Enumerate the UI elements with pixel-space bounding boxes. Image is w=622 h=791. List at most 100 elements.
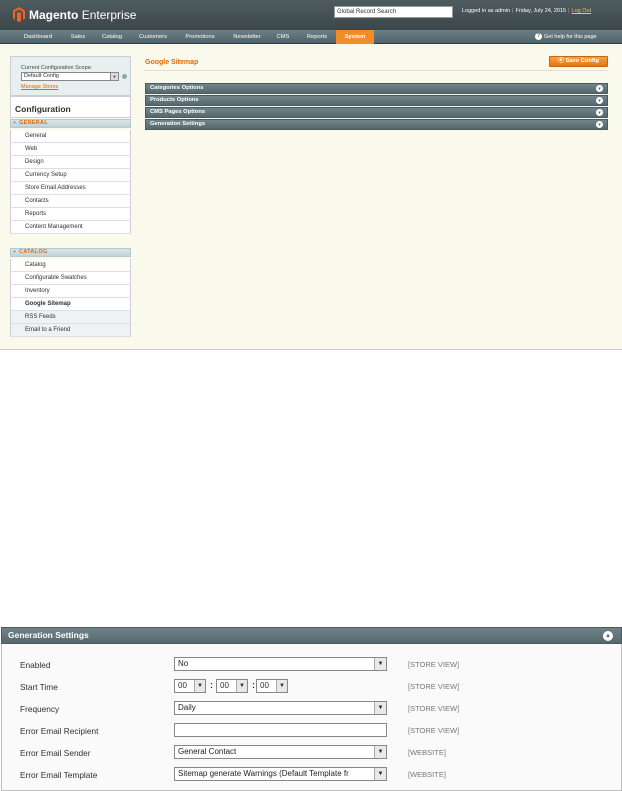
section-general[interactable]: + GENERAL xyxy=(10,119,131,128)
section-cms-pages-options[interactable]: CMS Pages Options ▾ xyxy=(145,107,608,118)
brand-main: Magento xyxy=(29,7,79,22)
magento-logo[interactable]: Magento Enterprise xyxy=(13,7,136,22)
chevron-down-icon: ▼ xyxy=(374,702,386,714)
circle-arrow-icon: ▾ xyxy=(596,85,603,92)
row-start-time: Start Time 00 ▼ : 00 ▼ : 00 ▼ [STORE VIEW] xyxy=(2,678,622,700)
nav-cms[interactable]: CMS xyxy=(271,30,295,44)
sender-label: Error Email Sender xyxy=(20,748,91,758)
template-scope: [WEBSITE] xyxy=(408,770,446,779)
main-nav: Dashboard Sales Catalog Customers Promot… xyxy=(0,30,622,44)
sidebar-item-web[interactable]: Web xyxy=(10,143,131,156)
sidebar-item-store-email-addresses[interactable]: Store Email Addresses xyxy=(10,182,131,195)
section-generation-settings[interactable]: Generation Settings ▾ xyxy=(145,119,608,130)
error-email-recipient-input[interactable] xyxy=(174,723,387,737)
sidebar-item-contacts[interactable]: Contacts xyxy=(10,195,131,208)
sidebar-item-design[interactable]: Design xyxy=(10,156,131,169)
circle-arrow-up-icon: ▲ xyxy=(603,631,613,641)
row-error-email-sender: Error Email Sender General Contact ▼ [WEB… xyxy=(2,744,622,766)
recipient-label: Error Email Recipient xyxy=(20,726,99,736)
sidebar-item-google-sitemap[interactable]: Google Sitemap xyxy=(10,298,131,311)
sidebar-item-reports[interactable]: Reports xyxy=(10,208,131,221)
save-config-button[interactable]: ⦿ Save Config xyxy=(549,56,608,67)
help-circle-icon: ? xyxy=(535,33,542,40)
help-circle-icon[interactable] xyxy=(122,74,127,79)
help-text: Get help for this page xyxy=(544,33,597,40)
section-categories-options[interactable]: Categories Options ▾ xyxy=(145,83,608,94)
magento-logo-icon xyxy=(13,7,25,22)
nav-promotions[interactable]: Promotions xyxy=(178,30,222,44)
circle-arrow-icon: ▾ xyxy=(596,121,603,128)
nav-reports[interactable]: Reports xyxy=(300,30,334,44)
time-separator: : xyxy=(210,680,213,690)
sidebar-item-configurable-swatches[interactable]: Configurable Swatches xyxy=(10,272,131,285)
scope-select[interactable]: Default Config ▼ xyxy=(21,72,119,81)
circle-arrow-icon: ▾ xyxy=(596,109,603,116)
generation-settings-title: Generation Settings xyxy=(8,630,89,640)
scope-label: Current Configuration Scope: xyxy=(21,65,93,71)
section-label: Categories Options xyxy=(150,85,204,91)
section-catalog-label: CATALOG xyxy=(19,249,48,255)
enabled-select[interactable]: No ▼ xyxy=(174,657,387,671)
chevron-down-icon: ▼ xyxy=(374,768,386,780)
row-error-email-recipient: Error Email Recipient [STORE VIEW] xyxy=(2,722,622,744)
logout-link[interactable]: Log Out xyxy=(572,8,592,14)
section-general-label: GENERAL xyxy=(19,120,48,126)
enabled-scope: [STORE VIEW] xyxy=(408,660,460,669)
sidebar-item-catalog[interactable]: Catalog xyxy=(10,259,131,272)
section-label: Generation Settings xyxy=(150,121,206,127)
admin-header: Magento Enterprise Global Record Search … xyxy=(0,0,622,30)
frequency-scope: [STORE VIEW] xyxy=(408,704,460,713)
start-time-label: Start Time xyxy=(20,682,58,692)
chevron-down-icon: ▼ xyxy=(236,680,247,692)
title-divider xyxy=(145,70,608,71)
sidebar-item-content-management[interactable]: Content Management xyxy=(10,221,131,234)
login-info: Logged in as admin | Friday, July 24, 2015… xyxy=(462,8,592,14)
generation-settings-header[interactable]: Generation Settings ▲ xyxy=(1,627,622,644)
error-email-sender-select[interactable]: General Contact ▼ xyxy=(174,745,387,759)
row-error-email-template: Error Email Template Sitemap generate Wa… xyxy=(2,766,622,788)
circle-arrow-icon: ▾ xyxy=(596,97,603,104)
nav-dashboard[interactable]: Dashboard xyxy=(18,30,58,44)
nav-customers[interactable]: Customers xyxy=(133,30,173,44)
sidebar-item-rss-feeds[interactable]: RSS Feeds xyxy=(10,311,131,324)
start-second-select[interactable]: 00 ▼ xyxy=(256,679,288,693)
chevron-down-icon: ▼ xyxy=(374,658,386,670)
nav-newsletter[interactable]: Newsletter xyxy=(226,30,268,44)
nav-catalog[interactable]: Catalog xyxy=(96,30,128,44)
frequency-label: Frequency xyxy=(20,704,60,714)
nav-system[interactable]: System xyxy=(336,30,374,44)
generation-settings-panel: Generation Settings ▲ Enabled No ▼ [STORE… xyxy=(0,627,622,791)
help-link[interactable]: ? Get help for this page xyxy=(535,33,597,40)
row-frequency: Frequency Daily ▼ [STORE VIEW] xyxy=(2,700,622,722)
sidebar-item-general[interactable]: General xyxy=(10,130,131,143)
save-config-label: Save Config xyxy=(565,58,599,64)
start-minute-select[interactable]: 00 ▼ xyxy=(216,679,248,693)
section-catalog[interactable]: + CATALOG xyxy=(10,248,131,257)
section-products-options[interactable]: Products Options ▾ xyxy=(145,95,608,106)
start-second-value: 00 xyxy=(260,681,269,690)
generation-settings-body: Enabled No ▼ [STORE VIEW] Start Time 00 ▼ … xyxy=(1,644,622,791)
chevron-down-icon: ▼ xyxy=(194,680,205,692)
admin-screenshot: Magento Enterprise Global Record Search … xyxy=(0,0,622,350)
nav-sales[interactable]: Sales xyxy=(64,30,92,44)
configuration-title: Configuration xyxy=(10,96,131,118)
start-hour-select[interactable]: 00 ▼ xyxy=(174,679,206,693)
global-search-input[interactable]: Global Record Search xyxy=(334,6,453,18)
brand-sub: Enterprise xyxy=(81,7,137,22)
chevron-down-icon: ▼ xyxy=(276,680,287,692)
chevron-down-icon: ▼ xyxy=(374,746,386,758)
frequency-value: Daily xyxy=(178,703,196,712)
frequency-select[interactable]: Daily ▼ xyxy=(174,701,387,715)
row-enabled: Enabled No ▼ [STORE VIEW] xyxy=(2,656,622,678)
manage-stores-link[interactable]: Manage Stores xyxy=(21,84,58,90)
template-value: Sitemap generate Warnings (Default Templ… xyxy=(178,769,349,778)
start-minute-value: 00 xyxy=(220,681,229,690)
sidebar-item-email-to-a-friend[interactable]: Email to a Friend xyxy=(10,324,131,337)
scope-select-value: Default Config xyxy=(24,73,59,79)
sidebar-item-inventory[interactable]: Inventory xyxy=(10,285,131,298)
template-label: Error Email Template xyxy=(20,770,98,780)
sender-value: General Contact xyxy=(178,747,237,756)
sidebar-item-currency-setup[interactable]: Currency Setup xyxy=(10,169,131,182)
section-label: Products Options xyxy=(150,97,199,103)
error-email-template-select[interactable]: Sitemap generate Warnings (Default Templ… xyxy=(174,767,387,781)
